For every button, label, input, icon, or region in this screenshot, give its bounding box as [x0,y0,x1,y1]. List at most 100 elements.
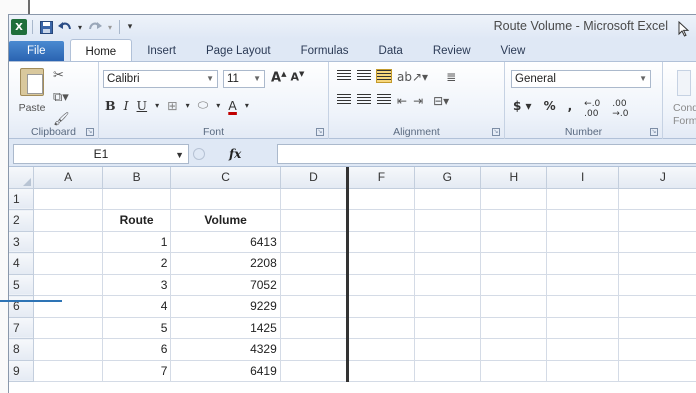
chevron-down-icon[interactable]: ▾ [245,101,249,110]
row-header[interactable]: 7 [9,317,35,339]
cell-b[interactable]: Route [102,209,172,232]
cell-f[interactable] [347,252,415,275]
formula-input[interactable] [277,144,696,164]
cell-a[interactable] [33,360,103,382]
shrink-font-icon[interactable]: A▼ [290,70,304,85]
column-header-b[interactable]: B [102,167,172,189]
cell-i[interactable] [546,209,619,232]
cell-f[interactable] [347,188,415,210]
row-header[interactable]: 4 [9,252,35,275]
cell-g[interactable] [414,274,482,296]
cell-h[interactable] [480,360,548,382]
cell-j[interactable] [618,295,696,318]
cell-c[interactable] [170,188,281,210]
cell-b[interactable]: 3 [102,274,172,296]
tab-view[interactable]: View [486,39,541,61]
row-header[interactable]: 9 [9,360,35,382]
chevron-down-icon[interactable]: ▼ [175,146,184,164]
cell-h[interactable] [480,338,548,361]
cell-g[interactable] [414,295,482,318]
cell-g[interactable] [414,252,482,275]
align-middle-icon[interactable] [357,70,371,82]
row-header[interactable]: 8 [9,338,35,361]
column-header-c[interactable]: C [170,167,281,189]
column-header-f[interactable]: F [347,167,415,189]
bold-icon[interactable]: B [105,98,116,113]
cell-c[interactable]: Volume [170,209,281,232]
cell-c[interactable]: 6419 [170,360,281,382]
cell-i[interactable] [546,317,619,339]
tab-insert[interactable]: Insert [132,39,191,61]
cell-g[interactable] [414,338,482,361]
cell-d[interactable] [280,231,350,253]
row-header[interactable]: 3 [9,231,35,253]
cell-j[interactable] [618,338,696,361]
orientation-icon[interactable]: ab↗▾ [397,70,428,84]
chevron-down-icon[interactable]: ▾ [155,101,159,110]
cell-f[interactable] [347,295,415,318]
save-icon[interactable] [38,19,54,35]
chevron-down-icon[interactable]: ▾ [186,101,190,110]
number-format-combobox[interactable]: General ▼ [511,70,651,88]
row-header[interactable]: 5 [9,274,35,296]
underline-icon[interactable]: U [137,98,148,113]
cell-g[interactable] [414,231,482,253]
redo-icon[interactable] [87,19,103,35]
cell-d[interactable] [280,317,350,339]
number-launcher-icon[interactable]: ↘ [650,128,658,136]
redo-dropdown-icon[interactable]: ▾ [106,19,114,35]
column-header-g[interactable]: G [414,167,482,189]
cell-h[interactable] [480,295,548,318]
cell-a[interactable] [33,295,103,318]
cell-d[interactable] [280,209,350,232]
cell-j[interactable] [618,317,696,339]
currency-icon[interactable]: $ ▾ [513,99,532,119]
cell-a[interactable] [33,209,103,232]
cell-d[interactable] [280,188,350,210]
cell-j[interactable] [618,274,696,296]
cell-a[interactable] [33,252,103,275]
chevron-down-icon[interactable]: ▾ [216,101,220,110]
cell-g[interactable] [414,188,482,210]
cell-i[interactable] [546,252,619,275]
cell-c[interactable]: 4329 [170,338,281,361]
align-top-icon[interactable] [337,70,351,82]
cell-h[interactable] [480,252,548,275]
column-header-d[interactable]: D [280,167,350,189]
cell-f[interactable] [347,274,415,296]
alignment-launcher-icon[interactable]: ↘ [492,128,500,136]
align-bottom-icon[interactable] [376,69,392,83]
cell-c[interactable]: 6413 [170,231,281,253]
paste-button[interactable]: Paste [15,66,49,120]
decrease-indent-icon[interactable]: ⇤ [397,94,407,108]
font-launcher-icon[interactable]: ↘ [316,128,324,136]
tab-formulas[interactable]: Formulas [286,39,364,61]
cell-i[interactable] [546,338,619,361]
tab-page-layout[interactable]: Page Layout [191,39,286,61]
cell-a[interactable] [33,317,103,339]
cell-f[interactable] [347,231,415,253]
grow-font-icon[interactable]: A▲ [271,70,286,85]
row-header[interactable]: 1 [9,188,35,210]
cell-b[interactable]: 2 [102,252,172,275]
insert-function-button[interactable]: fx [229,147,241,161]
font-size-combobox[interactable]: 11 ▼ [223,70,265,88]
cell-g[interactable] [414,317,482,339]
wrap-text-icon[interactable]: ≣ [446,70,456,84]
cell-i[interactable] [546,274,619,296]
cell-b[interactable] [102,188,172,210]
cell-b[interactable]: 7 [102,360,172,382]
font-name-combobox[interactable]: Calibri ▼ [103,70,218,88]
copy-icon[interactable]: ⧉▾ [53,90,70,106]
decrease-decimal-icon[interactable]: .00 →.0 [612,99,628,119]
cell-d[interactable] [280,295,350,318]
cell-h[interactable] [480,274,548,296]
excel-logo-icon[interactable]: X [11,19,27,35]
cell-d[interactable] [280,338,350,361]
column-header-a[interactable]: A [33,167,103,189]
cell-b[interactable]: 1 [102,231,172,253]
cell-f[interactable] [347,338,415,361]
tab-home[interactable]: Home [69,39,133,61]
cell-b[interactable]: 4 [102,295,172,318]
clipboard-launcher-icon[interactable]: ↘ [86,128,94,136]
